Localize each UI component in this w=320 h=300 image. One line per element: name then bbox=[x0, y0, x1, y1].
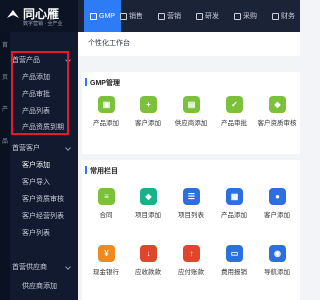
list-icon: ☰ bbox=[183, 188, 200, 205]
menu-item-customer-qualification[interactable]: 客户资质审核 bbox=[22, 194, 64, 204]
rail-item[interactable]: 页 bbox=[0, 72, 10, 81]
finance-icon bbox=[272, 12, 279, 20]
tile-label: 产品添加 bbox=[93, 120, 119, 127]
nav-item-rnd[interactable]: 研发 bbox=[196, 0, 219, 32]
nav-item-marketing[interactable]: 营销 bbox=[158, 0, 181, 32]
tab-bar: 个性化工作台 bbox=[78, 32, 300, 56]
common-card-title: 常用栏目 bbox=[85, 166, 118, 175]
tile-product-approve[interactable]: ✓ 产品审批 bbox=[214, 96, 254, 134]
rail-item[interactable]: 品 bbox=[0, 136, 10, 145]
tile-cash-bank[interactable]: ¥ 现金银行 bbox=[86, 245, 126, 283]
gmp-icon bbox=[90, 12, 97, 20]
cash-icon: ¥ bbox=[98, 245, 115, 262]
building-icon: ▤ bbox=[183, 96, 200, 113]
approve-icon: ✓ bbox=[226, 96, 243, 113]
layers-icon: ◈ bbox=[140, 188, 157, 205]
menu-group-customer[interactable]: 首营客户 bbox=[12, 143, 74, 153]
tile-label: 现金银行 bbox=[93, 269, 119, 276]
tile-nav-add[interactable]: ◉ 导航添加 bbox=[257, 245, 297, 283]
gmp-card: GMP管理 ▣ 产品添加 + 客户添加 ▤ 供应商添加 ✓ 产品审批 ◆ 客户资… bbox=[82, 72, 300, 154]
logo-bar: 同心雁 数字营销 · 全产业 bbox=[0, 0, 78, 32]
nav-label: 销售 bbox=[129, 13, 143, 20]
rail-item[interactable]: 首 bbox=[0, 40, 10, 49]
highlight-box bbox=[11, 51, 69, 135]
tile-product-add[interactable]: ▣ 产品添加 bbox=[86, 96, 126, 134]
icon-rail: 首 页 产 品 bbox=[0, 32, 10, 300]
nav-label: GMP bbox=[99, 12, 115, 20]
nav-icon: ◉ bbox=[269, 245, 286, 262]
tile-product-add-2[interactable]: ▦ 产品添加 bbox=[214, 188, 254, 226]
menu-item-customer-add[interactable]: 客户添加 bbox=[22, 160, 50, 170]
receipt-icon: ▭ bbox=[226, 245, 243, 262]
cart-icon: ▦ bbox=[226, 188, 243, 205]
menu-item-customer-list[interactable]: 客户列表 bbox=[22, 228, 50, 238]
tile-receivable[interactable]: ↓ 应收款款 bbox=[128, 245, 168, 283]
menu-item-customer-import[interactable]: 客户导入 bbox=[22, 177, 50, 187]
tile-label: 产品审批 bbox=[221, 120, 247, 127]
sales-icon bbox=[120, 12, 127, 20]
purchase-icon bbox=[234, 12, 241, 20]
tile-label: 产品添加 bbox=[221, 212, 247, 219]
menu-group-supplier[interactable]: 首营供应商 bbox=[12, 262, 74, 272]
tile-contract[interactable]: ≡ 合同 bbox=[86, 188, 126, 226]
menu-item-supplier-add[interactable]: 供应商添加 bbox=[22, 281, 57, 291]
tile-project-list[interactable]: ☰ 项目列表 bbox=[171, 188, 211, 226]
user-add-icon: + bbox=[140, 96, 157, 113]
shield-icon: ◆ bbox=[269, 96, 286, 113]
tile-label: 客户添加 bbox=[135, 120, 161, 127]
logo-icon bbox=[7, 10, 19, 18]
tile-label: 应收款款 bbox=[135, 269, 161, 276]
sidebar: 同心雁 数字营销 · 全产业 首 页 产 品 首营产品 产品添加 产品审批 产品… bbox=[0, 0, 78, 300]
menu-item-customer-business[interactable]: 客户经营列表 bbox=[22, 211, 64, 221]
nav-label: 采购 bbox=[243, 13, 257, 20]
tile-payable[interactable]: ↑ 应付账款 bbox=[171, 245, 211, 283]
brand-subtitle: 数字营销 · 全产业 bbox=[23, 21, 63, 27]
rail-item[interactable]: 产 bbox=[0, 104, 10, 113]
tile-label: 客户添加 bbox=[264, 212, 290, 219]
tile-label: 费用报销 bbox=[221, 269, 247, 276]
nav-item-purchase[interactable]: 采购 bbox=[234, 0, 257, 32]
rnd-icon bbox=[196, 12, 203, 20]
common-card: 常用栏目 ≡ 合同 ◈ 项目添加 ☰ 项目列表 ▦ 产品添加 ● 客户添加 ¥ … bbox=[82, 160, 300, 300]
tile-supplier-add[interactable]: ▤ 供应商添加 bbox=[171, 96, 211, 134]
nav-label: 研发 bbox=[205, 13, 219, 20]
top-nav: GMP 销售 营销 研发 采购 财务 bbox=[78, 0, 300, 32]
app-root: 同心雁 数字营销 · 全产业 首 页 产 品 首营产品 产品添加 产品审批 产品… bbox=[0, 0, 300, 300]
main-area: 个性化工作台 GMP管理 ▣ 产品添加 + 客户添加 ▤ 供应商添加 ✓ 产品审… bbox=[78, 32, 300, 300]
tile-label: 导航添加 bbox=[264, 269, 290, 276]
tile-label: 客户资质审核 bbox=[257, 120, 297, 127]
tile-customer-qualification[interactable]: ◆ 客户资质审核 bbox=[257, 96, 297, 134]
marketing-icon bbox=[158, 12, 165, 20]
tile-label: 供应商添加 bbox=[174, 120, 208, 127]
nav-item-finance[interactable]: 财务 bbox=[272, 0, 295, 32]
tile-expense[interactable]: ▭ 费用报销 bbox=[214, 245, 254, 283]
tile-customer-add-2[interactable]: ● 客户添加 bbox=[257, 188, 297, 226]
tile-project-add[interactable]: ◈ 项目添加 bbox=[128, 188, 168, 226]
gmp-card-title: GMP管理 bbox=[85, 78, 120, 87]
tile-label: 项目添加 bbox=[135, 212, 161, 219]
nav-item-sales[interactable]: 销售 bbox=[120, 0, 143, 32]
person-icon: ● bbox=[269, 188, 286, 205]
tile-customer-add[interactable]: + 客户添加 bbox=[128, 96, 168, 134]
tab-workbench[interactable]: 个性化工作台 bbox=[88, 38, 130, 48]
receive-icon: ↓ bbox=[140, 245, 157, 262]
tile-label: 合同 bbox=[99, 212, 113, 219]
nav-item-gmp[interactable]: GMP bbox=[84, 0, 121, 32]
box-icon: ▣ bbox=[98, 96, 115, 113]
tile-label: 项目列表 bbox=[178, 212, 204, 219]
nav-label: 财务 bbox=[281, 13, 295, 20]
pay-icon: ↑ bbox=[183, 245, 200, 262]
nav-label: 营销 bbox=[167, 13, 181, 20]
tile-label: 应付账款 bbox=[178, 269, 204, 276]
contract-icon: ≡ bbox=[98, 188, 115, 205]
